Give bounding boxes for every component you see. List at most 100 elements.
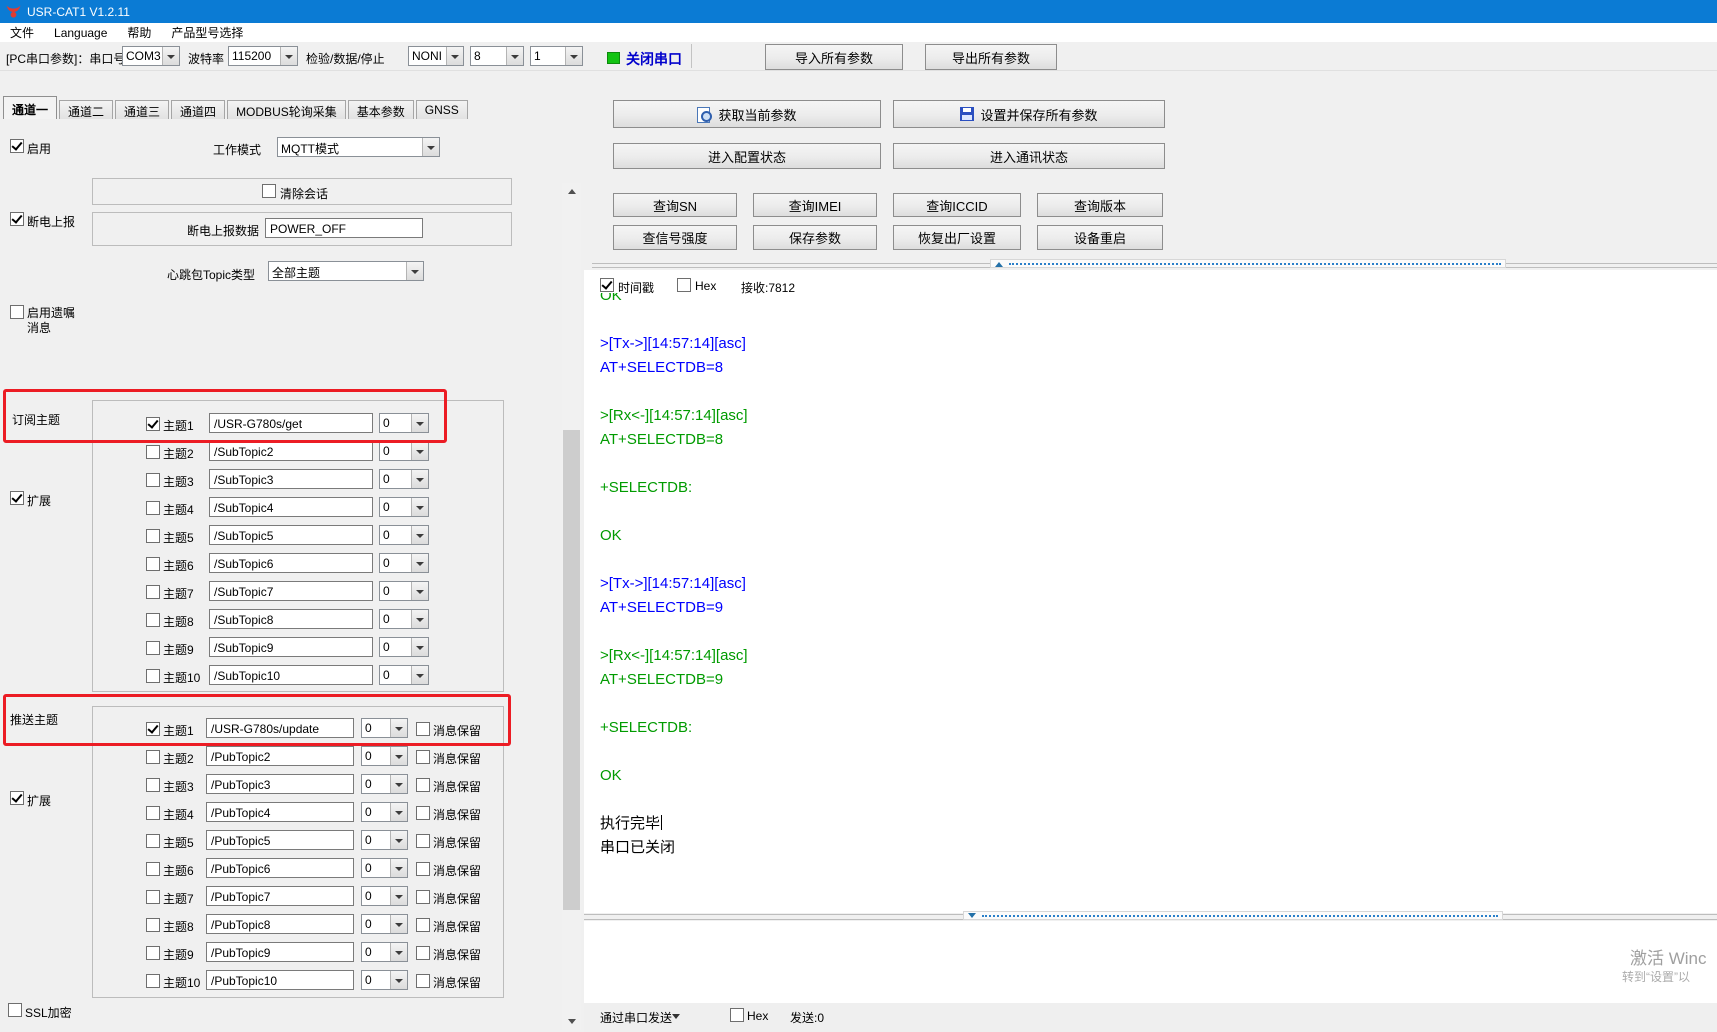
topic-checkbox[interactable] [146, 445, 160, 459]
topic-input[interactable]: /PubTopic10 [206, 970, 354, 990]
topic-checkbox[interactable] [146, 918, 160, 932]
topic-input[interactable]: /PubTopic5 [206, 830, 354, 850]
retain-checkbox[interactable] [416, 974, 430, 988]
qos-select[interactable]: 0 [361, 970, 408, 990]
chevron-down-icon[interactable] [390, 775, 407, 793]
stopbits-select[interactable]: 1 [530, 46, 583, 66]
topic-input[interactable]: /USR-G780s/get [209, 413, 373, 433]
chevron-down-icon[interactable] [411, 442, 428, 460]
qos-select[interactable]: 0 [379, 525, 429, 545]
topic-checkbox[interactable] [146, 585, 160, 599]
topic-checkbox[interactable] [146, 613, 160, 627]
timestamp-checkbox[interactable] [600, 278, 614, 292]
topic-checkbox[interactable] [146, 946, 160, 960]
port-select[interactable]: COM3 [122, 46, 180, 66]
poweroff-report-checkbox[interactable] [10, 212, 24, 226]
poweroff-data-input[interactable]: POWER_OFF [265, 218, 423, 238]
chevron-down-icon[interactable] [565, 47, 582, 65]
scroll-up-icon[interactable] [562, 183, 581, 200]
menu-help[interactable]: 帮助 [117, 22, 161, 43]
hex-send-checkbox[interactable] [730, 1008, 744, 1022]
query-signal-button[interactable]: 查信号强度 [613, 225, 737, 250]
will-message-checkbox[interactable] [10, 305, 24, 319]
retain-checkbox[interactable] [416, 890, 430, 904]
qos-select[interactable]: 0 [379, 441, 429, 461]
qos-select[interactable]: 0 [379, 637, 429, 657]
topic-input[interactable]: /SubTopic5 [209, 525, 373, 545]
send-input-area[interactable] [584, 921, 1717, 1003]
qos-select[interactable]: 0 [361, 774, 408, 794]
topic-input[interactable]: /SubTopic8 [209, 609, 373, 629]
topic-checkbox[interactable] [146, 501, 160, 515]
topic-checkbox[interactable] [146, 722, 160, 736]
save-params-button[interactable]: 保存参数 [753, 225, 877, 250]
chevron-down-icon[interactable] [390, 971, 407, 989]
retain-checkbox[interactable] [416, 806, 430, 820]
qos-select[interactable]: 0 [379, 553, 429, 573]
qos-select[interactable]: 0 [361, 802, 408, 822]
enable-checkbox[interactable] [10, 139, 24, 153]
retain-checkbox[interactable] [416, 862, 430, 876]
tab-channel-3[interactable]: 通道三 [115, 100, 169, 119]
chevron-down-icon[interactable] [422, 138, 439, 156]
topic-input[interactable]: /SubTopic6 [209, 553, 373, 573]
chevron-down-icon[interactable] [411, 526, 428, 544]
topic-input[interactable]: /PubTopic8 [206, 914, 354, 934]
vertical-scrollbar[interactable] [562, 183, 581, 1030]
device-reboot-button[interactable]: 设备重启 [1037, 225, 1163, 250]
chevron-down-icon[interactable] [406, 262, 423, 280]
topic-input[interactable]: /PubTopic3 [206, 774, 354, 794]
retain-checkbox[interactable] [416, 834, 430, 848]
chevron-down-icon[interactable] [390, 831, 407, 849]
qos-select[interactable]: 0 [361, 942, 408, 962]
bottom-splitter-handle[interactable] [963, 911, 1503, 920]
topic-checkbox[interactable] [146, 641, 160, 655]
menu-file[interactable]: 文件 [0, 22, 44, 43]
qos-select[interactable]: 0 [361, 886, 408, 906]
enter-config-state-button[interactable]: 进入配置状态 [613, 143, 881, 169]
set-save-all-params-button[interactable]: 设置并保存所有参数 [893, 100, 1165, 128]
query-sn-button[interactable]: 查询SN [613, 193, 737, 217]
close-port-button[interactable]: 关闭串口 [626, 49, 682, 69]
scrollbar-thumb[interactable] [563, 430, 580, 910]
qos-select[interactable]: 0 [379, 413, 429, 433]
chevron-down-icon[interactable] [390, 887, 407, 905]
topic-input[interactable]: /PubTopic9 [206, 942, 354, 962]
tab-channel-2[interactable]: 通道二 [59, 100, 113, 119]
tab-basic-params[interactable]: 基本参数 [348, 100, 414, 119]
top-splitter-handle[interactable] [990, 259, 1506, 268]
topic-checkbox[interactable] [146, 750, 160, 764]
retain-checkbox[interactable] [416, 778, 430, 792]
parity-select[interactable]: NONI [408, 46, 464, 66]
tab-modbus-poll[interactable]: MODBUS轮询采集 [227, 100, 346, 119]
topic-input[interactable]: /SubTopic2 [209, 441, 373, 461]
qos-select[interactable]: 0 [361, 830, 408, 850]
topic-input[interactable]: /SubTopic10 [209, 665, 373, 685]
work-mode-select[interactable]: MQTT模式 [277, 137, 440, 157]
topic-input[interactable]: /PubTopic6 [206, 858, 354, 878]
menu-language[interactable]: Language [44, 24, 117, 42]
chevron-down-icon[interactable] [390, 747, 407, 765]
topic-checkbox[interactable] [146, 417, 160, 431]
chevron-down-icon[interactable] [390, 719, 407, 737]
chevron-down-icon[interactable] [390, 943, 407, 961]
topic-input[interactable]: /SubTopic7 [209, 581, 373, 601]
chevron-down-icon[interactable] [672, 1014, 680, 1023]
publish-extend-checkbox[interactable] [10, 791, 24, 805]
clean-session-checkbox[interactable] [262, 184, 276, 198]
tab-channel-4[interactable]: 通道四 [171, 100, 225, 119]
topic-input[interactable]: /SubTopic4 [209, 497, 373, 517]
ssl-checkbox[interactable] [8, 1003, 22, 1017]
export-all-params-button[interactable]: 导出所有参数 [925, 44, 1057, 70]
retain-checkbox[interactable] [416, 946, 430, 960]
qos-select[interactable]: 0 [379, 581, 429, 601]
factory-reset-button[interactable]: 恢复出厂设置 [893, 225, 1021, 250]
chevron-down-icon[interactable] [162, 47, 179, 65]
chevron-down-icon[interactable] [411, 582, 428, 600]
topic-checkbox[interactable] [146, 974, 160, 988]
topic-input[interactable]: /USR-G780s/update [206, 718, 354, 738]
topic-checkbox[interactable] [146, 890, 160, 904]
chevron-down-icon[interactable] [506, 47, 523, 65]
chevron-down-icon[interactable] [411, 470, 428, 488]
enter-comm-state-button[interactable]: 进入通讯状态 [893, 143, 1165, 169]
